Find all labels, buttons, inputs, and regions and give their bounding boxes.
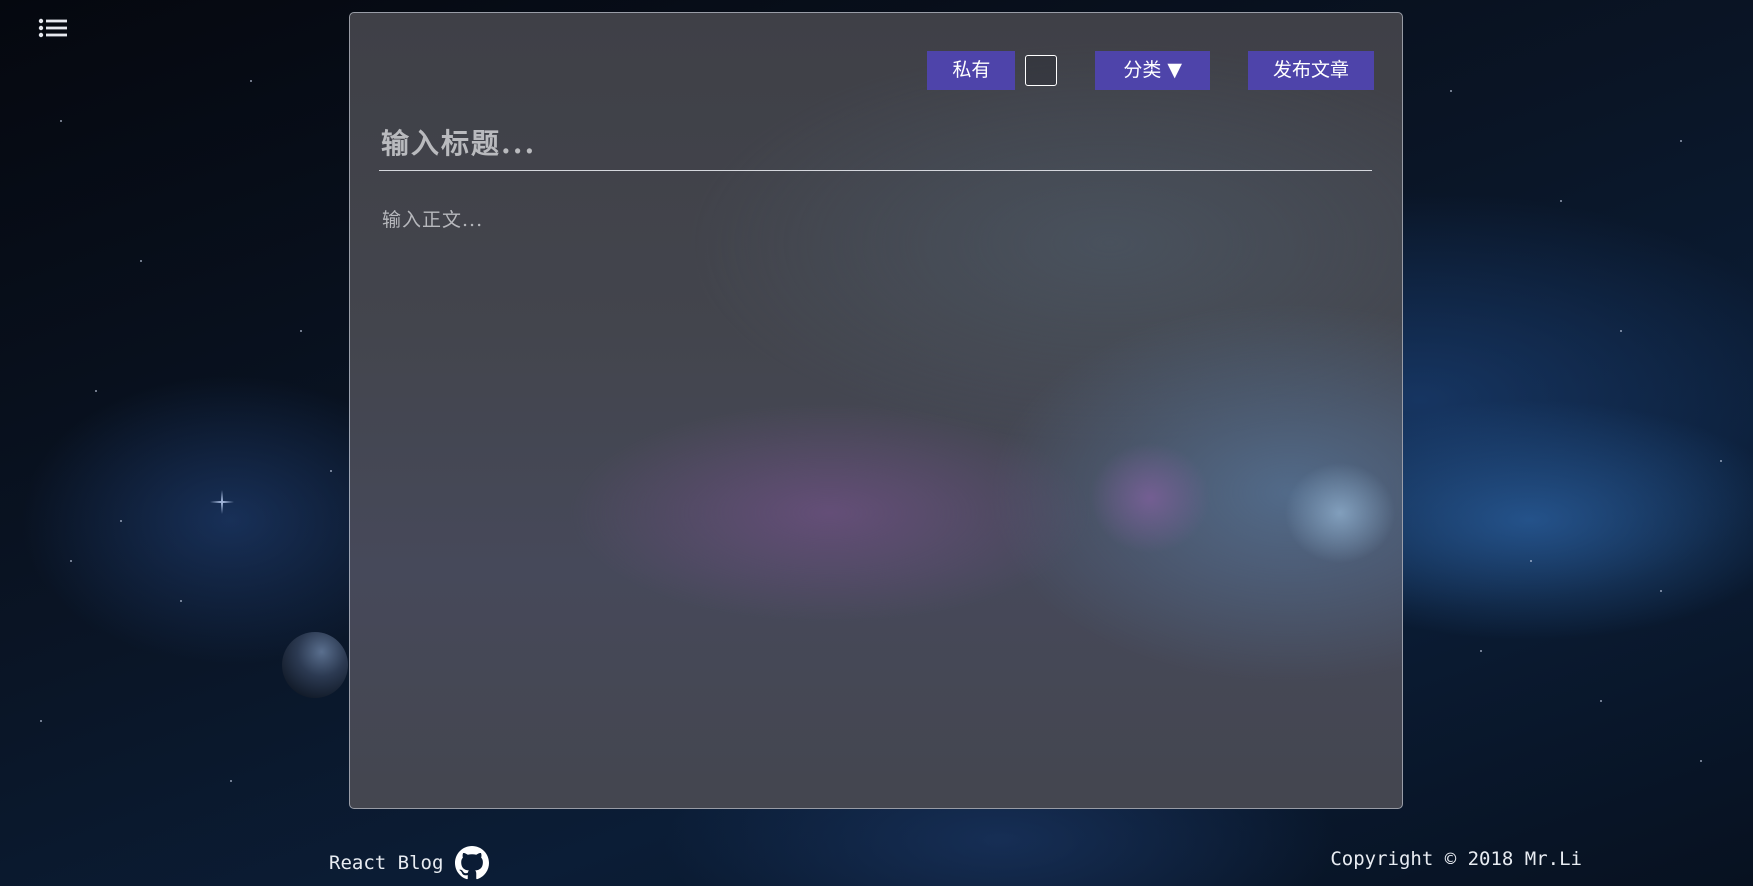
post-editor-panel: 私有 分类 ▼ 发布文章 bbox=[349, 12, 1403, 809]
github-icon[interactable] bbox=[455, 846, 490, 880]
private-checkbox[interactable] bbox=[1025, 55, 1058, 86]
category-dropdown-button[interactable]: 分类 ▼ bbox=[1095, 51, 1210, 90]
private-button[interactable]: 私有 bbox=[927, 51, 1016, 90]
footer-brand: React Blog bbox=[329, 846, 490, 880]
copyright-text: Copyright © 2018 Mr.Li bbox=[1330, 848, 1582, 870]
star-flare bbox=[210, 490, 234, 514]
body-textarea[interactable] bbox=[379, 205, 1372, 785]
brand-label: React Blog bbox=[329, 852, 444, 874]
list-menu-icon bbox=[38, 18, 67, 38]
planet-image bbox=[282, 632, 348, 698]
editor-toolbar: 私有 分类 ▼ 发布文章 bbox=[927, 51, 1374, 90]
publish-button[interactable]: 发布文章 bbox=[1247, 51, 1374, 90]
menu-button[interactable] bbox=[38, 18, 68, 42]
title-input[interactable] bbox=[379, 117, 1372, 171]
